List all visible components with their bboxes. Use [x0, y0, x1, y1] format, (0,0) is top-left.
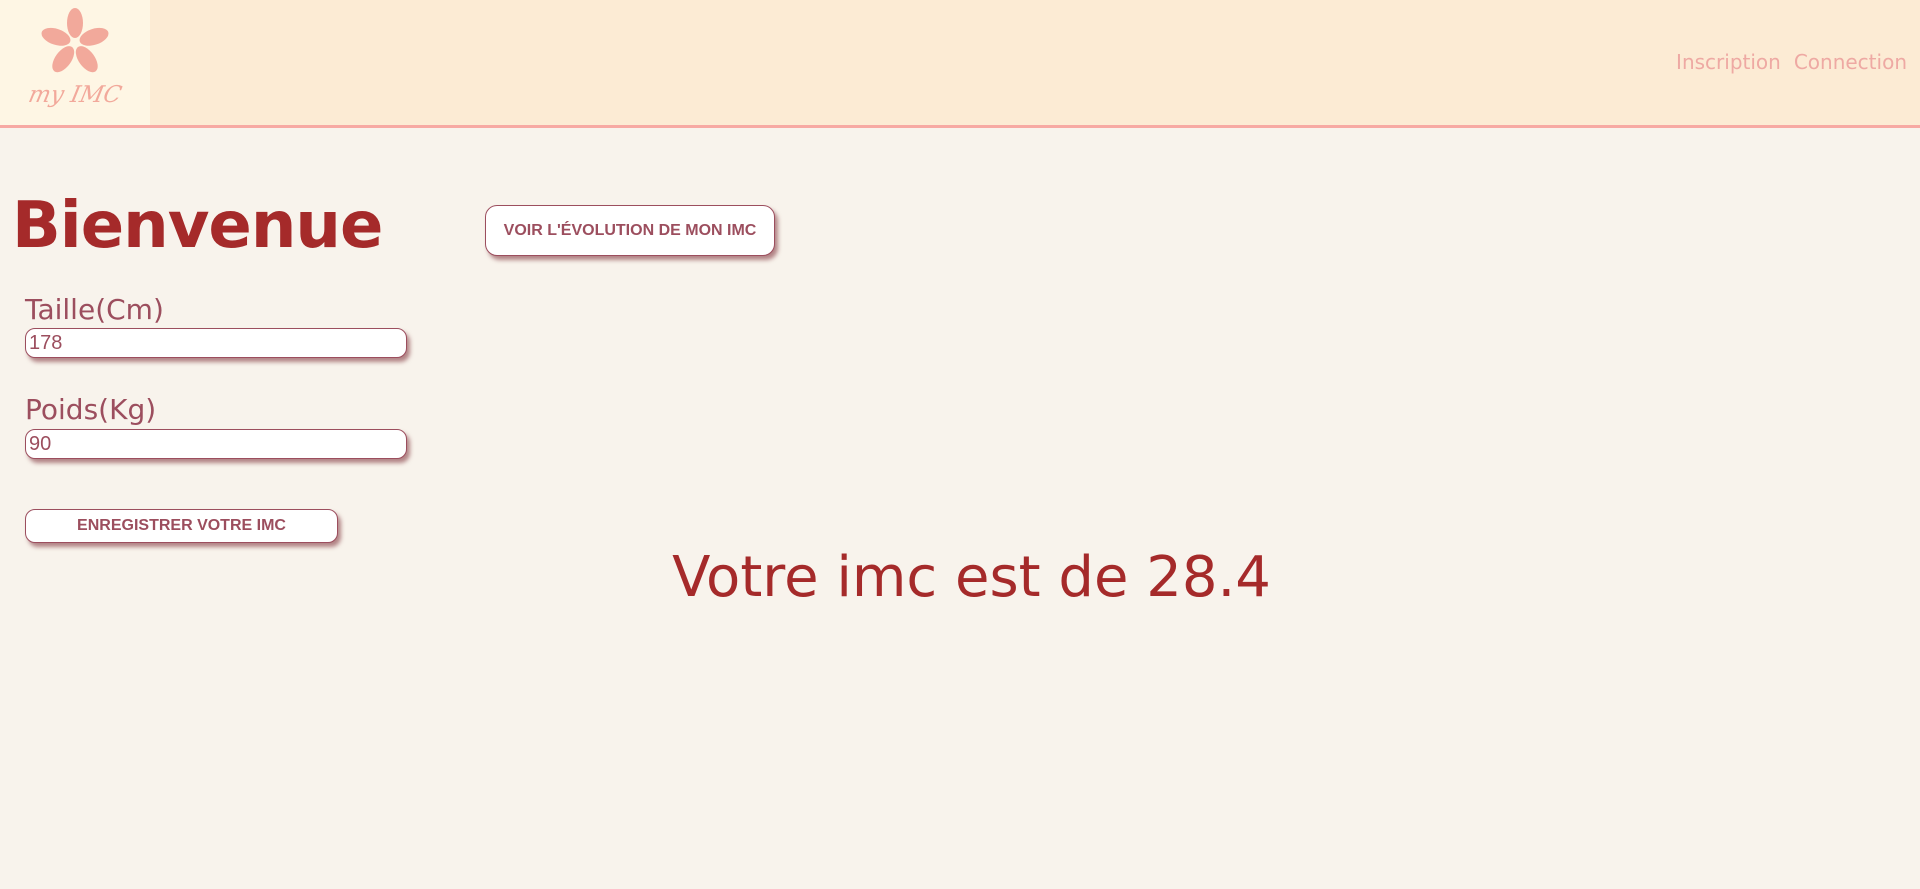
- nav-connection-link[interactable]: Connection: [1794, 50, 1907, 74]
- logo[interactable]: my IMC: [0, 0, 150, 125]
- height-input[interactable]: 178: [25, 328, 407, 358]
- flower-icon: [41, 8, 109, 73]
- logo-text: my IMC: [26, 82, 124, 108]
- save-imc-button[interactable]: ENREGISTRER VOTRE IMC: [25, 509, 338, 543]
- page-title: Bienvenue: [12, 189, 383, 263]
- weight-input[interactable]: 90: [25, 429, 407, 459]
- weight-label: Poids(Kg): [25, 393, 157, 426]
- nav-inscription-link[interactable]: Inscription: [1676, 50, 1781, 74]
- view-evolution-button[interactable]: VOIR L'ÉVOLUTION DE MON IMC: [485, 205, 775, 256]
- header: my IMC Inscription Connection: [0, 0, 1920, 128]
- top-nav: Inscription Connection: [1663, 50, 1907, 74]
- imc-result: Votre imc est de 28.4: [672, 545, 1271, 610]
- height-label: Taille(Cm): [25, 293, 164, 326]
